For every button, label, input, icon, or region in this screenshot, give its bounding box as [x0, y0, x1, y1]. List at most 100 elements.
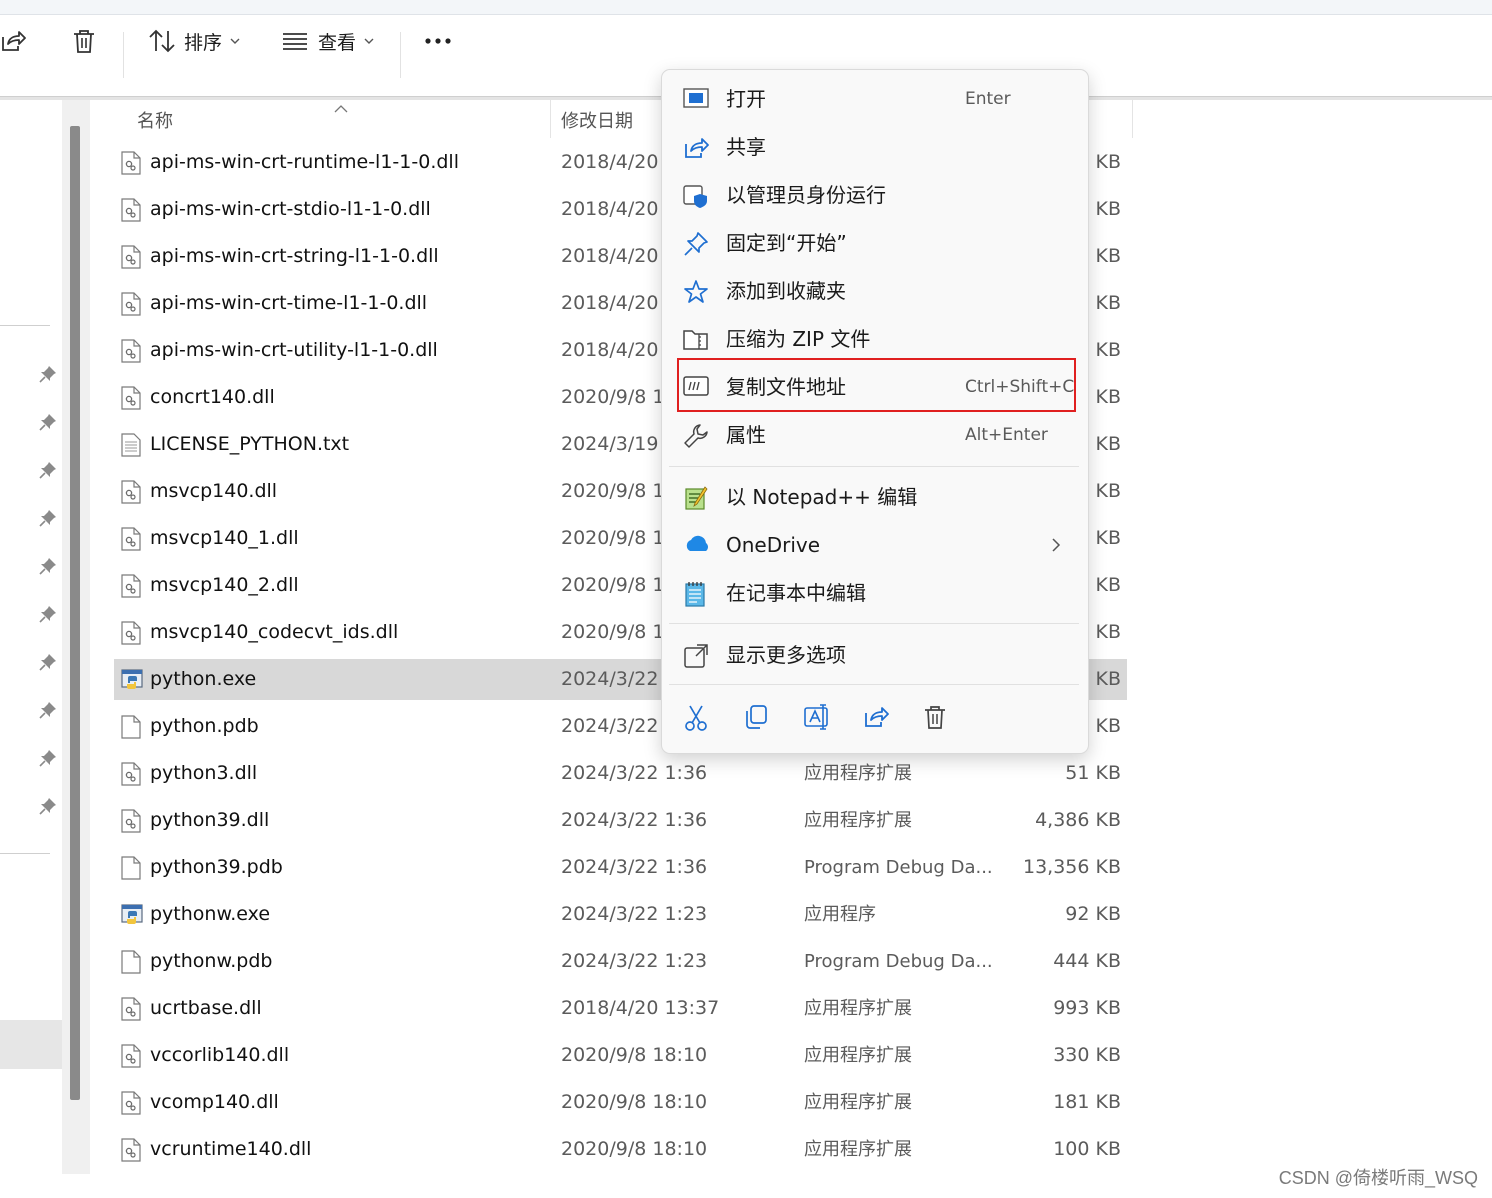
- pin-icon[interactable]: [39, 365, 57, 383]
- file-row[interactable]: python39.dll 2024/3/22 1:36 应用程序扩展 4,386 KB: [114, 800, 1127, 841]
- dll-icon: [121, 1138, 141, 1162]
- share-icon[interactable]: [863, 704, 893, 734]
- dll-icon: [121, 1044, 141, 1068]
- menu-item-label: 共享: [726, 135, 766, 159]
- column-divider[interactable]: [1132, 100, 1133, 138]
- sort-ascending-indicator-icon: [334, 98, 348, 117]
- share-toolbar-button[interactable]: [0, 26, 26, 56]
- more-button[interactable]: [424, 26, 452, 56]
- file-type: 应用程序扩展: [804, 1092, 912, 1113]
- column-header-name[interactable]: 名称: [137, 100, 173, 140]
- delete-toolbar-button[interactable]: [72, 26, 96, 56]
- file-date: 2018/4/20: [561, 151, 659, 173]
- file-name: vccorlib140.dll: [150, 1044, 290, 1066]
- python-exe-icon: [121, 903, 143, 927]
- file-type: 应用程序: [804, 904, 876, 925]
- menu-item-open[interactable]: 打开 Enter: [669, 76, 1079, 122]
- more-options-icon: [683, 643, 709, 669]
- ellipsis-icon: [424, 37, 452, 45]
- file-name: api-ms-win-crt-utility-l1-1-0.dll: [150, 339, 438, 361]
- file-name: python39.dll: [150, 809, 270, 831]
- file-type: 应用程序扩展: [804, 810, 912, 831]
- sort-label: 排序: [184, 31, 223, 54]
- notepad-icon: [683, 581, 709, 607]
- file-name: vcruntime140.dll: [150, 1138, 312, 1160]
- pin-icon: [683, 231, 709, 257]
- menu-item-zip-folder[interactable]: 压缩为 ZIP 文件: [669, 316, 1079, 362]
- menu-item-admin-shield[interactable]: 以管理员身份运行: [669, 172, 1079, 218]
- menu-item-wrench[interactable]: 属性 Alt+Enter: [669, 412, 1079, 458]
- cut-icon[interactable]: [683, 704, 713, 734]
- file-size: 993 KB: [1053, 997, 1121, 1019]
- pin-icon[interactable]: [39, 509, 57, 527]
- file-name: api-ms-win-crt-runtime-l1-1-0.dll: [150, 151, 459, 173]
- file-size: 100 KB: [1053, 1138, 1121, 1160]
- nav-scrollbar-thumb[interactable]: [70, 126, 80, 1100]
- file-date: 2020/9/8 18:10: [561, 1044, 708, 1066]
- rename-icon[interactable]: [803, 704, 833, 734]
- menu-item-pin[interactable]: 固定到“开始”: [669, 220, 1079, 266]
- file-date: 2024/3/22 1:36: [561, 809, 708, 831]
- file-row[interactable]: vccorlib140.dll 2020/9/8 18:10 应用程序扩展 330 K…: [114, 1035, 1127, 1076]
- pin-icon[interactable]: [39, 701, 57, 719]
- menu-item-notepadpp[interactable]: 以 Notepad++ 编辑: [669, 474, 1079, 520]
- menu-item-onedrive[interactable]: OneDrive: [669, 522, 1079, 568]
- file-name: ucrtbase.dll: [150, 997, 262, 1019]
- menu-item-notepad[interactable]: 在记事本中编辑: [669, 570, 1079, 616]
- menu-item-label: 固定到“开始”: [726, 231, 847, 255]
- dll-icon: [121, 574, 141, 598]
- file-row[interactable]: python3.dll 2024/3/22 1:36 应用程序扩展 51 KB: [114, 753, 1127, 794]
- nav-selected-item[interactable]: [0, 1020, 62, 1069]
- file-name: msvcp140_1.dll: [150, 527, 299, 549]
- file-name: api-ms-win-crt-string-l1-1-0.dll: [150, 245, 439, 267]
- menu-item-star[interactable]: 添加到收藏夹: [669, 268, 1079, 314]
- view-lines-icon: [282, 31, 308, 51]
- file-row[interactable]: pythonw.exe 2024/3/22 1:23 应用程序 92 KB: [114, 894, 1127, 935]
- onedrive-icon: [683, 533, 709, 559]
- file-row[interactable]: pythonw.pdb 2024/3/22 1:23 Program Debug D…: [114, 941, 1127, 982]
- column-header-date[interactable]: 修改日期: [561, 100, 633, 140]
- file-name: python.exe: [150, 668, 257, 690]
- pin-icon[interactable]: [39, 653, 57, 671]
- file-name: python3.dll: [150, 762, 258, 784]
- file-date: 2024/3/22 1:23: [561, 903, 708, 925]
- copy-icon[interactable]: [743, 704, 773, 734]
- pin-icon[interactable]: [39, 605, 57, 623]
- file-date: 2024/3/22 1:23: [561, 950, 708, 972]
- dll-icon: [121, 480, 141, 504]
- pin-icon[interactable]: [39, 749, 57, 767]
- file-date: 2024/3/22: [561, 668, 659, 690]
- file-row[interactable]: ucrtbase.dll 2018/4/20 13:37 应用程序扩展 993 KB: [114, 988, 1127, 1029]
- menu-item-more-options[interactable]: 显示更多选项: [669, 632, 1079, 678]
- menu-item-share[interactable]: 共享: [669, 124, 1079, 170]
- file-date: 2018/4/20 13:37: [561, 997, 720, 1019]
- open-icon: [683, 87, 709, 113]
- file-row[interactable]: python39.pdb 2024/3/22 1:36 Program Debug …: [114, 847, 1127, 888]
- dll-icon: [121, 339, 141, 363]
- file-date: 2020/9/8 1: [561, 574, 665, 596]
- pin-icon[interactable]: [39, 557, 57, 575]
- sort-button[interactable]: 排序: [148, 26, 240, 56]
- file-date: 2024/3/22: [561, 715, 659, 737]
- menu-item-label: 在记事本中编辑: [726, 581, 866, 605]
- file-size: 181 KB: [1053, 1091, 1121, 1113]
- delete-icon[interactable]: [923, 704, 953, 734]
- view-button[interactable]: 查看: [282, 26, 374, 56]
- file-size: 51 KB: [1065, 762, 1121, 784]
- pin-icon[interactable]: [39, 413, 57, 431]
- dll-icon: [121, 292, 141, 316]
- file-name: LICENSE_PYTHON.txt: [150, 433, 350, 455]
- pin-icon[interactable]: [39, 797, 57, 815]
- file-row[interactable]: vcomp140.dll 2020/9/8 18:10 应用程序扩展 181 KB: [114, 1082, 1127, 1123]
- file-row[interactable]: vcruntime140.dll 2020/9/8 18:10 应用程序扩展 100 …: [114, 1129, 1127, 1170]
- column-divider[interactable]: [550, 100, 551, 138]
- dll-icon: [121, 151, 141, 175]
- dll-icon: [121, 809, 141, 833]
- pin-icon[interactable]: [39, 461, 57, 479]
- menu-item-label: 属性: [726, 423, 766, 447]
- file-date: 2024/3/22 1:36: [561, 856, 708, 878]
- file-name: vcomp140.dll: [150, 1091, 279, 1113]
- menu-item-label: 以 Notepad++ 编辑: [726, 485, 918, 509]
- file-size: 330 KB: [1053, 1044, 1121, 1066]
- file-date: 2024/3/22 1:36: [561, 762, 708, 784]
